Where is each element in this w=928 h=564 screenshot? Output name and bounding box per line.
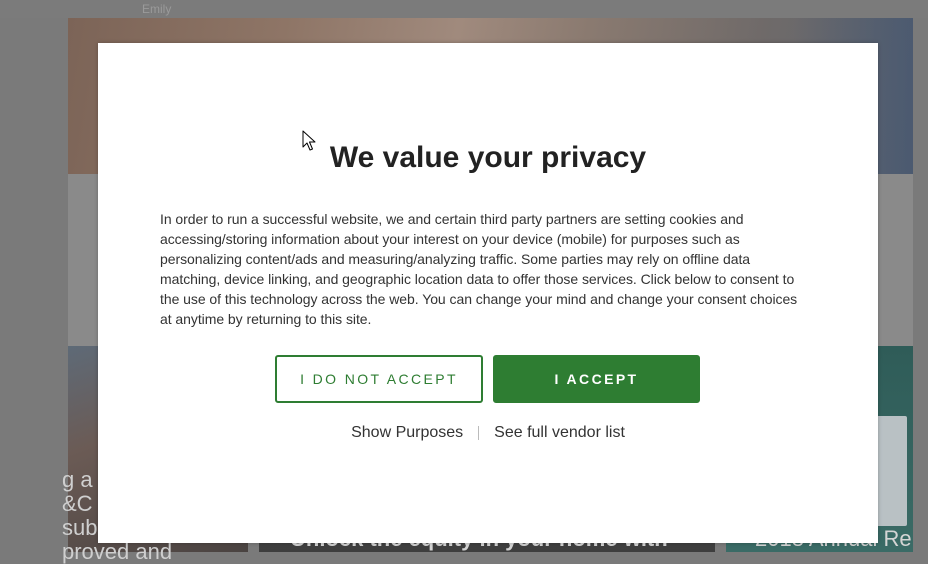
decline-button[interactable]: I DO NOT ACCEPT xyxy=(275,355,483,403)
accept-button[interactable]: I ACCEPT xyxy=(493,355,700,403)
modal-links: Show Purposes See full vendor list xyxy=(98,424,878,442)
modal-title: We value your privacy xyxy=(329,141,647,174)
show-purposes-link[interactable]: Show Purposes xyxy=(351,424,463,442)
link-separator xyxy=(478,426,480,440)
mouse-pointer-icon xyxy=(302,130,316,151)
user-name: Emily xyxy=(142,2,172,16)
privacy-consent-modal: We value your privacy In order to run a … xyxy=(98,43,878,543)
top-strip: Emily xyxy=(0,0,928,18)
modal-body-text: In order to run a successful website, we… xyxy=(160,211,798,327)
vendor-list-link[interactable]: See full vendor list xyxy=(494,424,625,442)
